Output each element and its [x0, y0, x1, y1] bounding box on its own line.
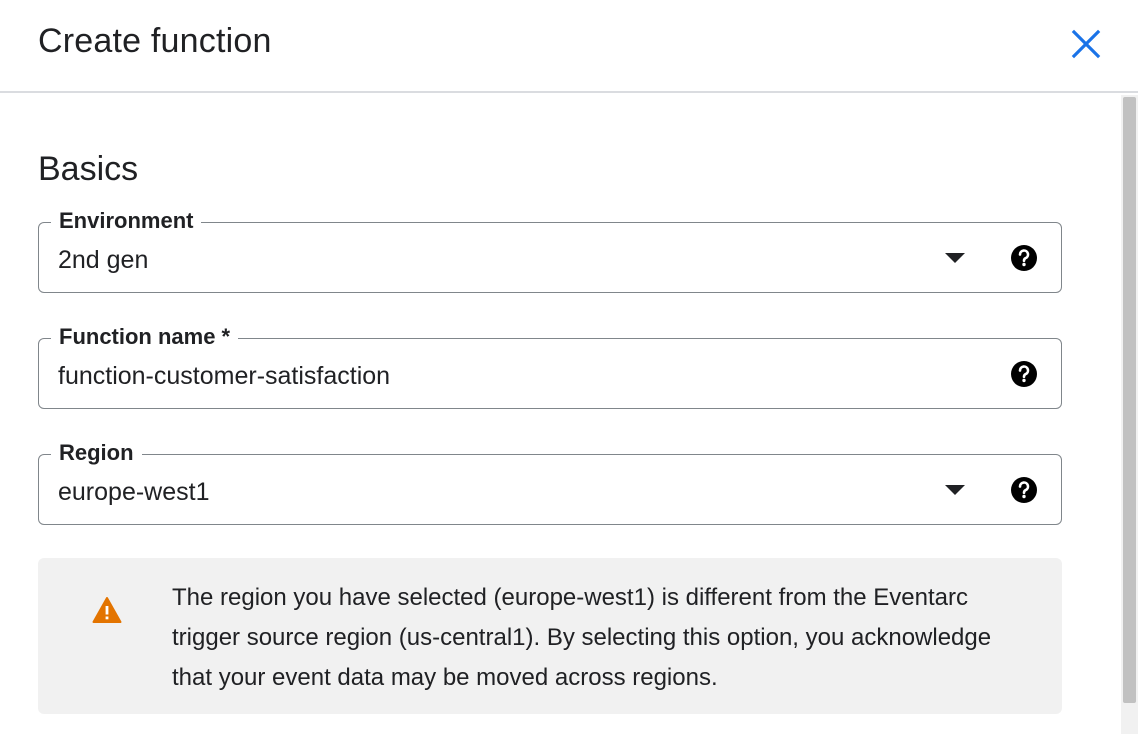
function-name-input[interactable]: function-customer-satisfaction [58, 361, 390, 391]
function-name-label: Function name * [51, 324, 239, 350]
region-select[interactable]: Region europe-west1 [38, 440, 1062, 525]
region-warning-banner: The region you have selected (europe-wes… [38, 558, 1062, 714]
chevron-down-icon[interactable] [945, 253, 965, 263]
scrollbar-thumb[interactable] [1123, 97, 1136, 703]
function-name-field[interactable]: Function name * function-customer-satisf… [38, 324, 1062, 409]
environment-select[interactable]: Environment 2nd gen [38, 208, 1062, 293]
dialog-title: Create function [38, 22, 272, 60]
chevron-down-icon[interactable] [945, 485, 965, 495]
help-icon[interactable] [1009, 243, 1039, 273]
warning-icon [92, 597, 122, 623]
dialog-header: Create function [0, 0, 1138, 93]
region-value: europe-west1 [58, 478, 210, 506]
section-title: Basics [38, 150, 139, 188]
help-icon[interactable] [1009, 475, 1039, 505]
close-icon [1071, 29, 1101, 59]
region-label: Region [51, 440, 142, 466]
warning-message: The region you have selected (europe-wes… [172, 584, 992, 691]
environment-label: Environment [51, 208, 202, 234]
help-icon[interactable] [1009, 359, 1039, 389]
close-button[interactable] [1064, 22, 1108, 66]
environment-value: 2nd gen [58, 246, 149, 274]
